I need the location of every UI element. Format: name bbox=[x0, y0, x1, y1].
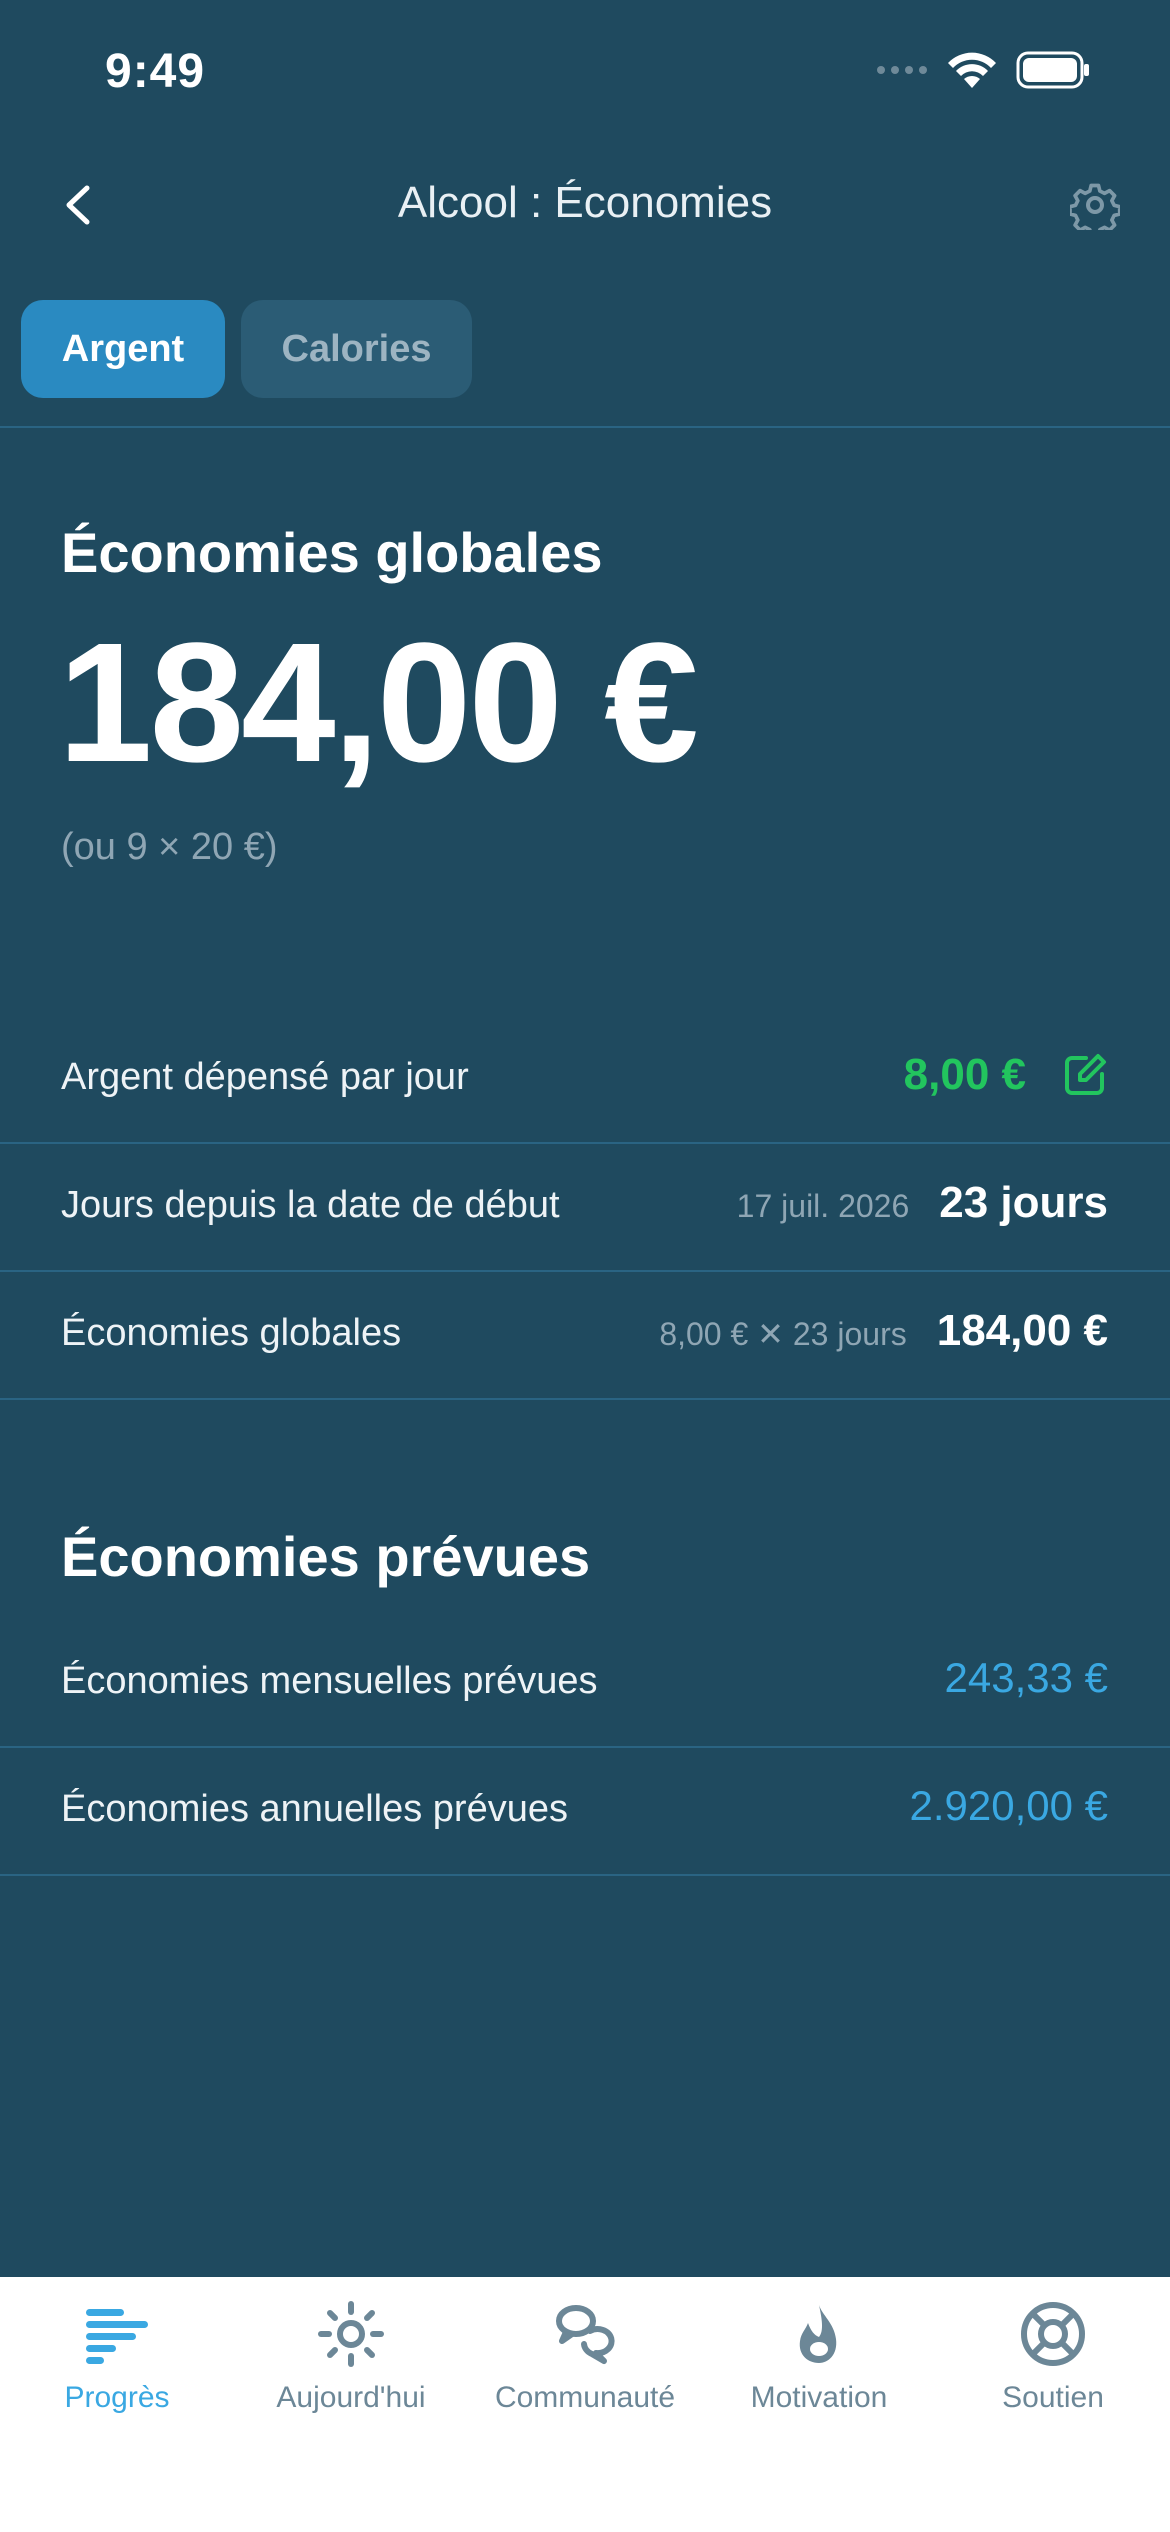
row-label: Argent dépensé par jour bbox=[61, 1056, 469, 1098]
navigation-bar: Alcool : Économies bbox=[0, 160, 1170, 250]
row-divider bbox=[0, 1874, 1170, 1876]
flame-icon bbox=[799, 2305, 837, 2363]
row-monthly-predicted: Économies mensuelles prévues 243,33 € bbox=[0, 1620, 1170, 1748]
edit-icon[interactable] bbox=[1062, 1052, 1108, 1098]
row-value-group: 17 juil. 2026 23 jours bbox=[737, 1178, 1108, 1228]
status-bar: 9:49 bbox=[0, 0, 1170, 150]
row-label: Économies annuelles prévues bbox=[61, 1788, 568, 1830]
global-savings-equivalent: (ou 9 × 20 €) bbox=[61, 826, 278, 868]
row-value-group: 243,33 € bbox=[945, 1654, 1109, 1702]
battery-icon bbox=[1016, 51, 1089, 89]
row-value-group: 2.920,00 € bbox=[909, 1782, 1108, 1830]
tab-label: Progrès bbox=[64, 2381, 170, 2414]
divider bbox=[0, 426, 1170, 428]
row-label: Jours depuis la date de début bbox=[61, 1184, 560, 1226]
row-annual-predicted: Économies annuelles prévues 2.920,00 € bbox=[0, 1748, 1170, 1876]
wifi-icon bbox=[948, 52, 996, 88]
row-value-group: 8,00 € ✕ 23 jours 184,00 € bbox=[659, 1306, 1108, 1356]
segment-calories[interactable]: Calories bbox=[241, 300, 472, 398]
status-time: 9:49 bbox=[105, 45, 206, 98]
row-days-since-start: Jours depuis la date de début 17 juil. 2… bbox=[0, 1144, 1170, 1272]
tab-progres[interactable]: Progrès bbox=[0, 2277, 234, 2477]
daily-spend-value: 8,00 € bbox=[903, 1050, 1026, 1099]
row-daily-spend[interactable]: Argent dépensé par jour 8,00 € bbox=[0, 1016, 1170, 1144]
global-savings-heading: Économies globales bbox=[61, 521, 603, 584]
tab-label: Aujourd'hui bbox=[276, 2381, 426, 2414]
start-date: 17 juil. 2026 bbox=[736, 1188, 910, 1224]
status-icons bbox=[876, 50, 1090, 90]
row-divider bbox=[0, 1398, 1170, 1400]
tab-soutien[interactable]: Soutien bbox=[936, 2277, 1170, 2477]
chat-bubbles-icon bbox=[556, 2305, 615, 2364]
settings-gear-icon[interactable] bbox=[1070, 180, 1120, 230]
global-savings-value: 184,00 € bbox=[936, 1306, 1108, 1355]
days-count-value: 23 jours bbox=[939, 1178, 1108, 1227]
cellular-signal-icon bbox=[877, 66, 927, 74]
sun-icon bbox=[318, 2301, 384, 2367]
global-savings-amount: 184,00 € bbox=[58, 608, 699, 798]
tab-label: Communauté bbox=[494, 2381, 676, 2414]
tab-label: Motivation bbox=[750, 2381, 888, 2414]
row-value-group: 8,00 € bbox=[904, 1050, 1108, 1100]
tab-bar: Progrès Aujourd'hui Communauté Motivatio… bbox=[0, 2277, 1170, 2532]
progress-icon bbox=[86, 2309, 148, 2364]
tab-label: Soutien bbox=[1002, 2381, 1104, 2414]
tab-aujourdhui[interactable]: Aujourd'hui bbox=[234, 2277, 468, 2477]
predicted-savings-heading: Économies prévues bbox=[61, 1525, 591, 1588]
tab-communaute[interactable]: Communauté bbox=[468, 2277, 702, 2477]
monthly-predicted-value: 243,33 € bbox=[944, 1654, 1109, 1701]
savings-formula: 8,00 € ✕ 23 jours bbox=[659, 1316, 907, 1352]
row-label: Économies globales bbox=[61, 1312, 402, 1354]
segment-argent[interactable]: Argent bbox=[21, 300, 225, 398]
lifebuoy-icon bbox=[1021, 2302, 1085, 2366]
page-title: Alcool : Économies bbox=[397, 178, 773, 227]
tab-motivation[interactable]: Motivation bbox=[702, 2277, 936, 2477]
segment-calories-label: Calories bbox=[281, 327, 432, 370]
row-global-savings: Économies globales 8,00 € ✕ 23 jours 184… bbox=[0, 1272, 1170, 1400]
segment-argent-label: Argent bbox=[61, 327, 185, 370]
row-label: Économies mensuelles prévues bbox=[61, 1660, 598, 1702]
annual-predicted-value: 2.920,00 € bbox=[909, 1782, 1108, 1829]
